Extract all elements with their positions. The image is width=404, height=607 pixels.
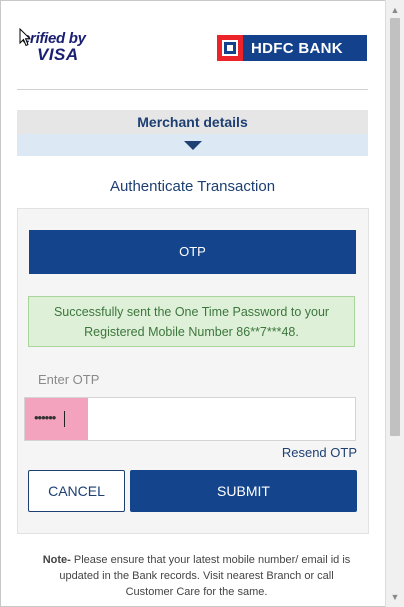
otp-tab: OTP xyxy=(29,230,356,274)
otp-input-label: Enter OTP xyxy=(38,372,100,387)
success-alert: Successfully sent the One Time Password … xyxy=(28,296,355,347)
scroll-up-arrow-icon[interactable]: ▲ xyxy=(386,2,404,18)
scrollbar-thumb[interactable] xyxy=(390,18,400,436)
cancel-button[interactable]: CANCEL xyxy=(28,470,125,512)
hdfc-emblem-icon xyxy=(217,35,243,61)
vertical-scrollbar[interactable]: ▲ ▼ xyxy=(385,0,404,607)
note-body: Please ensure that your latest mobile nu… xyxy=(59,554,351,598)
visa-logo-line2: VISA xyxy=(37,45,79,64)
note-prefix: Note- xyxy=(42,554,71,566)
scroll-down-arrow-icon[interactable]: ▼ xyxy=(386,589,404,605)
page-title: Authenticate Transaction xyxy=(109,178,276,195)
text-caret xyxy=(64,411,65,427)
resend-otp-link[interactable]: Resend OTP xyxy=(256,445,357,460)
header-divider xyxy=(17,89,368,90)
success-message-line1: Successfully sent the One Time Password … xyxy=(53,305,330,319)
otp-input-value: •••••• xyxy=(34,410,56,425)
secure-page-frame: erified by VISA HDFC BANK Merchant detai… xyxy=(0,0,385,607)
triangle-down-icon[interactable] xyxy=(184,141,202,150)
success-message-line2: Registered Mobile Number 86**7***48. xyxy=(84,325,299,339)
otp-input[interactable]: •••••• xyxy=(24,397,356,441)
bank-name: HDFC BANK xyxy=(251,39,343,57)
note-text: Note- Please ensure that your latest mob… xyxy=(35,552,358,600)
mouse-cursor-icon xyxy=(19,28,31,47)
hdfc-bank-logo: HDFC BANK xyxy=(217,35,367,61)
submit-button[interactable]: SUBMIT xyxy=(130,470,357,512)
merchant-details-toggle[interactable]: Merchant details xyxy=(17,110,368,134)
